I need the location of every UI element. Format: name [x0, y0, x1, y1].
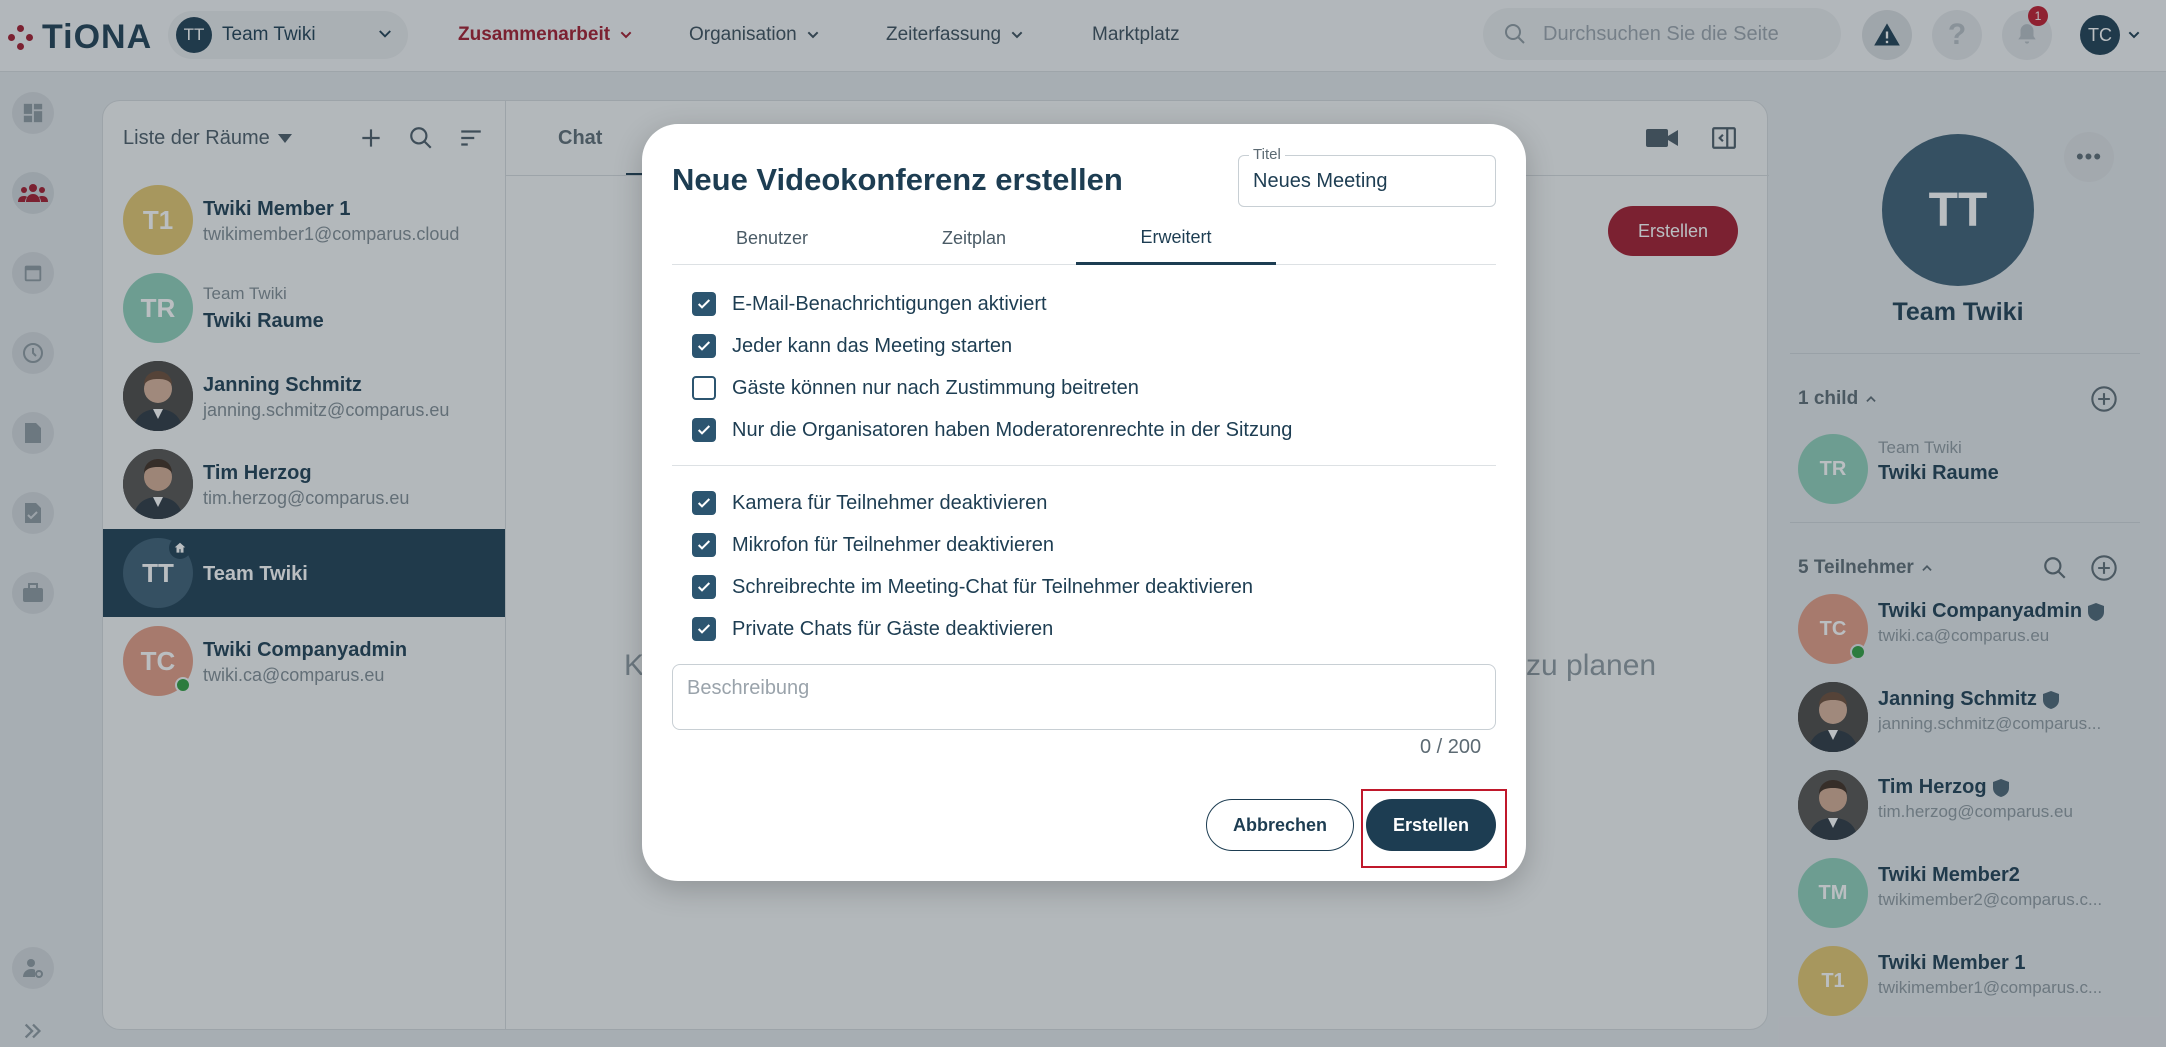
checkbox-checked[interactable] — [692, 334, 716, 358]
option-disable-private-chats[interactable]: Private Chats für Gäste deaktivieren — [692, 614, 1053, 644]
checkmark-icon — [697, 624, 711, 634]
checkbox-checked[interactable] — [692, 575, 716, 599]
checkmark-icon — [697, 582, 711, 592]
description-textarea[interactable] — [672, 664, 1496, 730]
option-disable-chat-write[interactable]: Schreibrechte im Meeting-Chat für Teilne… — [692, 572, 1253, 602]
option-organizer-moderators[interactable]: Nur die Organisatoren haben Moderatorenr… — [692, 415, 1292, 445]
option-label: Schreibrechte im Meeting-Chat für Teilne… — [732, 575, 1253, 598]
checkbox-checked[interactable] — [692, 418, 716, 442]
option-label: Jeder kann das Meeting starten — [732, 334, 1013, 357]
tab-benutzer[interactable]: Benutzer — [672, 212, 872, 265]
option-label: Nur die Organisatoren haben Moderatorenr… — [732, 418, 1293, 441]
checkbox-checked[interactable] — [692, 491, 716, 515]
checkmark-icon — [697, 540, 711, 550]
checkmark-icon — [697, 498, 711, 508]
cancel-button[interactable]: Abbrechen — [1206, 799, 1354, 851]
tab-erweitert[interactable]: Erweitert — [1076, 212, 1276, 265]
focus-highlight-box — [1361, 789, 1507, 868]
option-disable-camera[interactable]: Kamera für Teilnehmer deaktivieren — [692, 488, 1047, 518]
option-label: Private Chats für Gäste deaktivieren — [732, 617, 1054, 640]
checkbox-checked[interactable] — [692, 533, 716, 557]
checkmark-icon — [697, 299, 711, 309]
tab-zeitplan[interactable]: Zeitplan — [874, 212, 1074, 265]
title-field-label: Titel — [1249, 146, 1285, 163]
dialog-tabs: Benutzer Zeitplan Erweitert — [672, 212, 1496, 265]
divider — [672, 465, 1496, 466]
option-label: Gäste können nur nach Zustimmung beitret… — [732, 376, 1139, 399]
option-disable-microphone[interactable]: Mikrofon für Teilnehmer deaktivieren — [692, 530, 1054, 560]
checkmark-icon — [697, 425, 711, 435]
dialog-title: Neue Videokonferenz erstellen — [672, 162, 1123, 197]
checkbox-checked[interactable] — [692, 292, 716, 316]
option-label: Mikrofon für Teilnehmer deaktivieren — [732, 533, 1055, 556]
character-counter: 0 / 200 — [1420, 736, 1482, 758]
checkbox-unchecked[interactable] — [692, 376, 716, 400]
option-label: Kamera für Teilnehmer deaktivieren — [732, 491, 1048, 514]
option-guest-approval[interactable]: Gäste können nur nach Zustimmung beitret… — [692, 373, 1139, 403]
option-label: E-Mail-Benachrichtigungen aktiviert — [732, 292, 1047, 315]
meeting-title-field[interactable]: Titel — [1238, 146, 1496, 207]
checkbox-checked[interactable] — [692, 617, 716, 641]
create-video-conference-dialog: Neue Videokonferenz erstellen Titel Benu… — [642, 124, 1526, 881]
meeting-title-input[interactable] — [1253, 170, 1483, 193]
checkmark-icon — [697, 341, 711, 351]
option-email-notifications[interactable]: E-Mail-Benachrichtigungen aktiviert — [692, 289, 1047, 319]
option-anyone-can-start[interactable]: Jeder kann das Meeting starten — [692, 331, 1012, 361]
